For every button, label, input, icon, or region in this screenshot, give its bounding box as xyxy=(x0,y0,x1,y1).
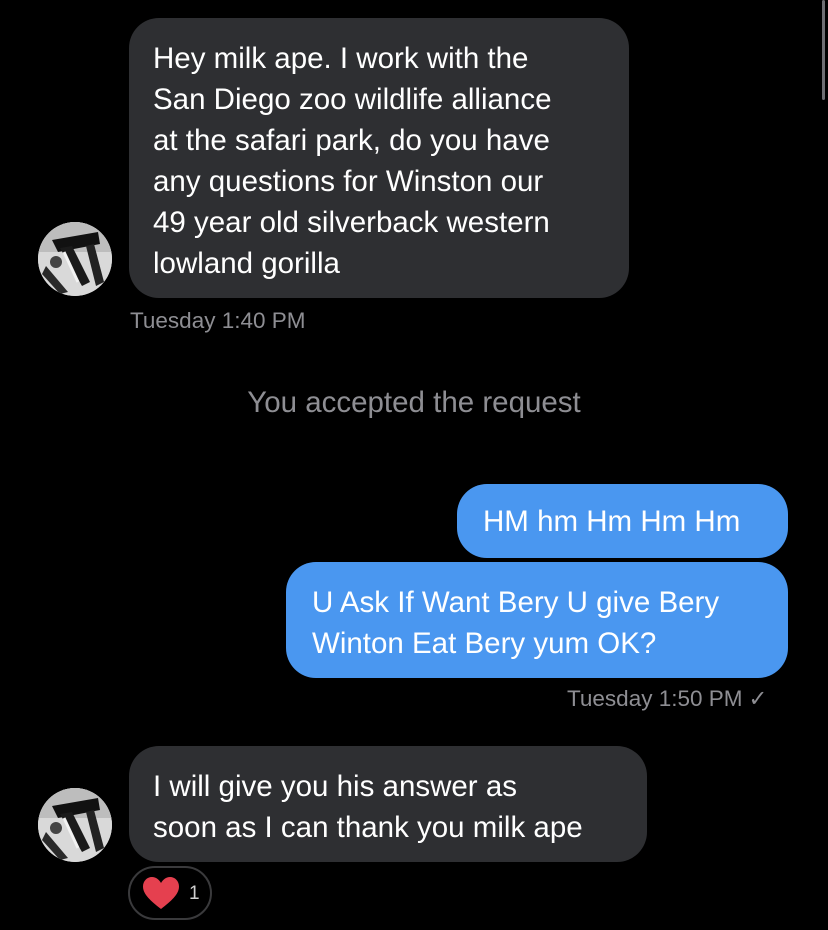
avatar-image xyxy=(38,788,112,862)
heart-icon xyxy=(143,877,179,909)
incoming-message-bubble[interactable]: I will give you his answer as soon as I … xyxy=(129,746,647,862)
read-check-icon: ✓ xyxy=(748,686,768,711)
request-accepted-notice: You accepted the request xyxy=(247,386,581,419)
sender-avatar[interactable] xyxy=(38,788,112,862)
message-timestamp: Tuesday 1:50 PM xyxy=(567,686,743,711)
avatar-image xyxy=(38,222,112,296)
sender-avatar[interactable] xyxy=(38,222,112,296)
message-timestamp-row: Tuesday 1:50 PM ✓ xyxy=(567,686,767,712)
incoming-message-bubble[interactable]: Hey milk ape. I work with the San Diego … xyxy=(129,18,629,298)
scrollbar[interactable] xyxy=(822,0,825,100)
outgoing-message-bubble[interactable]: U Ask If Want Bery U give Bery Winton Ea… xyxy=(286,562,788,678)
outgoing-message-bubble[interactable]: HM hm Hm Hm Hm xyxy=(457,484,788,558)
reaction-count: 1 xyxy=(189,883,200,904)
reaction-pill[interactable]: 1 xyxy=(128,866,212,920)
message-timestamp: Tuesday 1:40 PM xyxy=(130,308,306,333)
